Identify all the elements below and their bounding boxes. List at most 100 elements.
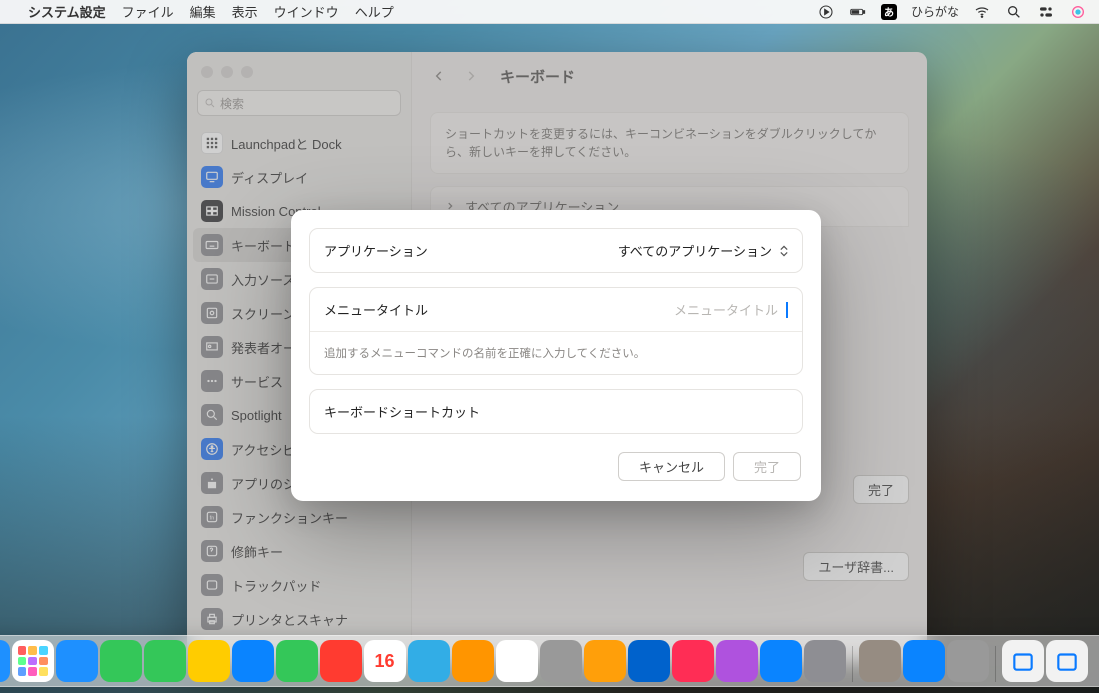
- sidebar-item-label: サービス: [231, 372, 283, 391]
- cancel-button[interactable]: キャンセル: [618, 452, 725, 481]
- sidebar-item-display[interactable]: ディスプレイ: [193, 160, 405, 194]
- dock-app-1[interactable]: [12, 640, 54, 682]
- menu-help[interactable]: ヘルプ: [355, 2, 394, 21]
- sidebar-item-printer[interactable]: プリンタとスキャナ: [193, 602, 405, 636]
- input-icon: [201, 268, 223, 290]
- ime-label[interactable]: ひらがな: [911, 3, 959, 20]
- sidebar-item-label: プリンタとスキャナ: [231, 610, 348, 629]
- menu-file[interactable]: ファイル: [122, 2, 174, 21]
- sidebar-item-label: Launchpadと Dock: [231, 134, 342, 153]
- dock-app-20[interactable]: [859, 640, 901, 682]
- menu-window[interactable]: ウインドウ: [274, 2, 339, 21]
- shortcut-label: キーボードショートカット: [324, 402, 480, 421]
- sidebar-item-label: Spotlight: [231, 408, 282, 423]
- sidebar-item-label: ディスプレイ: [231, 168, 308, 187]
- printer-icon: [201, 608, 223, 630]
- dock-app-10[interactable]: [408, 640, 450, 682]
- text-cursor: [786, 302, 788, 318]
- done-button-sheet2[interactable]: 完了: [853, 475, 909, 504]
- dock-app-0[interactable]: [0, 640, 10, 682]
- keyboard-icon: [201, 234, 223, 256]
- popup-arrows-icon: [780, 245, 788, 257]
- close-button[interactable]: [201, 66, 213, 78]
- ime-icon[interactable]: あ: [881, 4, 897, 20]
- dock-stack-1[interactable]: [1046, 640, 1088, 682]
- dock-app-16[interactable]: [672, 640, 714, 682]
- menu-view[interactable]: 表示: [232, 2, 258, 21]
- dock: 16: [0, 635, 1099, 687]
- dock-separator-2: [995, 646, 996, 682]
- dock-app-23[interactable]: [1090, 640, 1099, 682]
- menu-title-row[interactable]: メニュータイトル メニュータイトル: [310, 288, 802, 332]
- app-menu[interactable]: システム設定: [28, 2, 106, 21]
- modifier-icon: [201, 540, 223, 562]
- sidebar-item-label: トラックパッド: [231, 576, 321, 595]
- done-button[interactable]: 完了: [733, 452, 801, 481]
- application-row[interactable]: アプリケーション すべてのアプリケーション: [310, 229, 802, 272]
- search-input[interactable]: 検索: [197, 90, 401, 116]
- dock-app-13[interactable]: [540, 640, 582, 682]
- dock-app-18[interactable]: [760, 640, 802, 682]
- sidebar-item-label: 入力ソース: [231, 270, 295, 289]
- back-button[interactable]: [428, 65, 450, 87]
- screenshot-icon: [201, 302, 223, 324]
- sidebar-item-label: キーボード: [231, 236, 296, 255]
- grid-icon: [201, 132, 223, 154]
- svg-text:fn: fn: [210, 515, 214, 521]
- dock-app-19[interactable]: [804, 640, 846, 682]
- services-icon: [201, 370, 223, 392]
- sidebar-item-trackpad[interactable]: トラックパッド: [193, 568, 405, 602]
- user-dictionary-button[interactable]: ユーザ辞書...: [803, 552, 909, 581]
- dock-app-6[interactable]: [232, 640, 274, 682]
- display-icon: [201, 166, 223, 188]
- dock-app-2[interactable]: [56, 640, 98, 682]
- zoom-button[interactable]: [241, 66, 253, 78]
- dock-separator: [852, 646, 853, 682]
- sidebar-item-grid[interactable]: Launchpadと Dock: [193, 126, 405, 160]
- dock-app-5[interactable]: [188, 640, 230, 682]
- dock-app-8[interactable]: [320, 640, 362, 682]
- sidebar-item-label: 修飾キー: [231, 542, 283, 561]
- dock-app-7[interactable]: [276, 640, 318, 682]
- sidebar-item-fn[interactable]: fnファンクションキー: [193, 500, 405, 534]
- menu-title-help-row: 追加するメニューコマンドの名前を正確に入力してください。: [310, 332, 802, 374]
- dock-app-21[interactable]: [903, 640, 945, 682]
- application-popup[interactable]: すべてのアプリケーション: [618, 241, 788, 260]
- page-title: キーボード: [500, 66, 575, 87]
- spotlight-icon[interactable]: [1005, 3, 1023, 21]
- dock-app-12[interactable]: [496, 640, 538, 682]
- dock-app-4[interactable]: [144, 640, 186, 682]
- dock-app-3[interactable]: [100, 640, 142, 682]
- minimize-button[interactable]: [221, 66, 233, 78]
- menubar: システム設定 ファイル 編集 表示 ウインドウ ヘルプ あ ひらがな: [0, 0, 1099, 24]
- menu-title-input[interactable]: メニュータイトル: [674, 300, 788, 319]
- menu-title-label: メニュータイトル: [324, 300, 428, 319]
- shortcut-hint-box: ショートカットを変更するには、キーコンビネーションをダブルクリックしてから、新し…: [430, 112, 909, 174]
- menu-edit[interactable]: 編集: [190, 2, 216, 21]
- shortcut-row[interactable]: キーボードショートカット: [310, 390, 802, 433]
- menu-title-help: 追加するメニューコマンドの名前を正確に入力してください。: [324, 345, 788, 361]
- control-center-icon[interactable]: [1037, 3, 1055, 21]
- sidebar-item-modifier[interactable]: 修飾キー: [193, 534, 405, 568]
- dock-app-9[interactable]: 16: [364, 640, 406, 682]
- spotlight-icon: [201, 404, 223, 426]
- presenter-icon: [201, 336, 223, 358]
- now-playing-icon[interactable]: [817, 3, 835, 21]
- fn-icon: fn: [201, 506, 223, 528]
- add-shortcut-sheet: アプリケーション すべてのアプリケーション メニュータイトル メニュータイトル …: [291, 210, 821, 501]
- window-controls: [187, 52, 411, 84]
- apps-icon: [201, 472, 223, 494]
- wifi-icon[interactable]: [973, 3, 991, 21]
- forward-button[interactable]: [460, 65, 482, 87]
- battery-icon[interactable]: [849, 3, 867, 21]
- dock-app-17[interactable]: [716, 640, 758, 682]
- toolbar: キーボード: [412, 52, 927, 100]
- dock-app-15[interactable]: [628, 640, 670, 682]
- search-icon: [204, 97, 216, 109]
- trackpad-icon: [201, 574, 223, 596]
- dock-app-11[interactable]: [452, 640, 494, 682]
- siri-icon[interactable]: [1069, 3, 1087, 21]
- dock-app-14[interactable]: [584, 640, 626, 682]
- dock-app-22[interactable]: [947, 640, 989, 682]
- dock-stack-0[interactable]: [1002, 640, 1044, 682]
